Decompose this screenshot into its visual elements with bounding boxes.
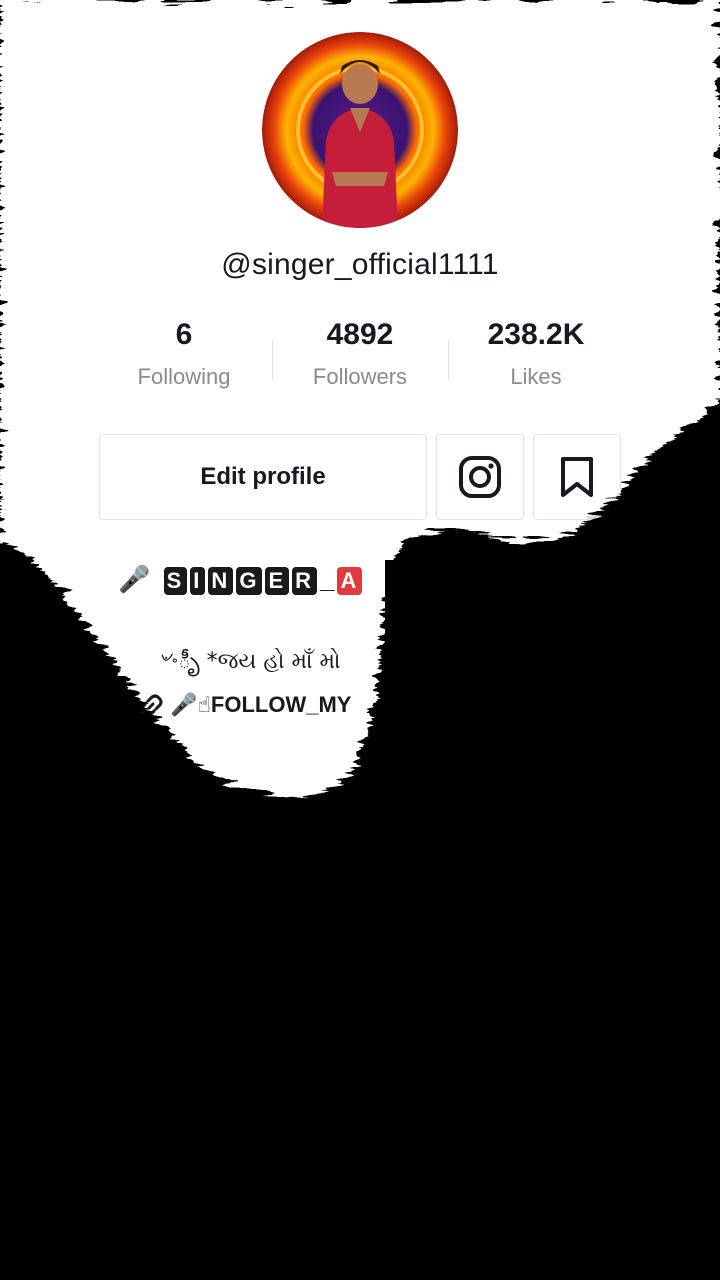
bio-line-3[interactable]: 🎤☝FOLLOW_MY <box>138 692 351 719</box>
bio-line-1: 🎤 S I N G E R _ A <box>118 564 365 595</box>
bookmark-icon <box>561 457 593 497</box>
bookmark-button[interactable] <box>533 434 621 520</box>
bio-letter: A <box>337 567 363 595</box>
edit-profile-label: Edit profile <box>200 463 326 490</box>
avatar[interactable] <box>262 32 458 228</box>
stat-following[interactable]: 6 Following <box>104 318 264 390</box>
microphone-icon: 🎤 <box>118 564 154 594</box>
microphone-pointing-icon: 🎤☝ <box>170 692 211 717</box>
username: @singer_official1111 <box>221 248 499 281</box>
stat-followers[interactable]: 4892 Followers <box>280 318 440 390</box>
bio-letter: R <box>292 567 318 595</box>
avatar-image <box>262 32 458 228</box>
bio-letter: G <box>236 567 263 595</box>
profile-screen: @singer_official1111 6 Following 4892 Fo… <box>0 0 720 1280</box>
following-label: Following <box>137 364 231 389</box>
bio-letter: I <box>190 567 206 595</box>
bio-separator: _ <box>320 564 338 594</box>
bio-letter: S <box>163 567 188 595</box>
bio-line-2: ৺৽ీృ *જય હો માઁ મો <box>158 649 341 674</box>
instagram-button[interactable] <box>436 434 524 520</box>
followers-label: Followers <box>312 364 408 389</box>
stat-likes[interactable]: 238.2K Likes <box>456 318 616 390</box>
edit-profile-button[interactable]: Edit profile <box>99 434 427 520</box>
likes-label: Likes <box>510 364 562 389</box>
likes-count: 238.2K <box>487 318 585 351</box>
stat-divider <box>272 340 273 380</box>
bio-letter: E <box>265 567 290 595</box>
stat-divider <box>448 340 449 380</box>
following-count: 6 <box>175 318 193 351</box>
bio-letter: N <box>208 567 234 595</box>
instagram-icon <box>459 456 501 498</box>
bio-link-text: FOLLOW_MY <box>210 692 352 717</box>
link-icon <box>139 694 163 718</box>
followers-count: 4892 <box>326 318 394 351</box>
